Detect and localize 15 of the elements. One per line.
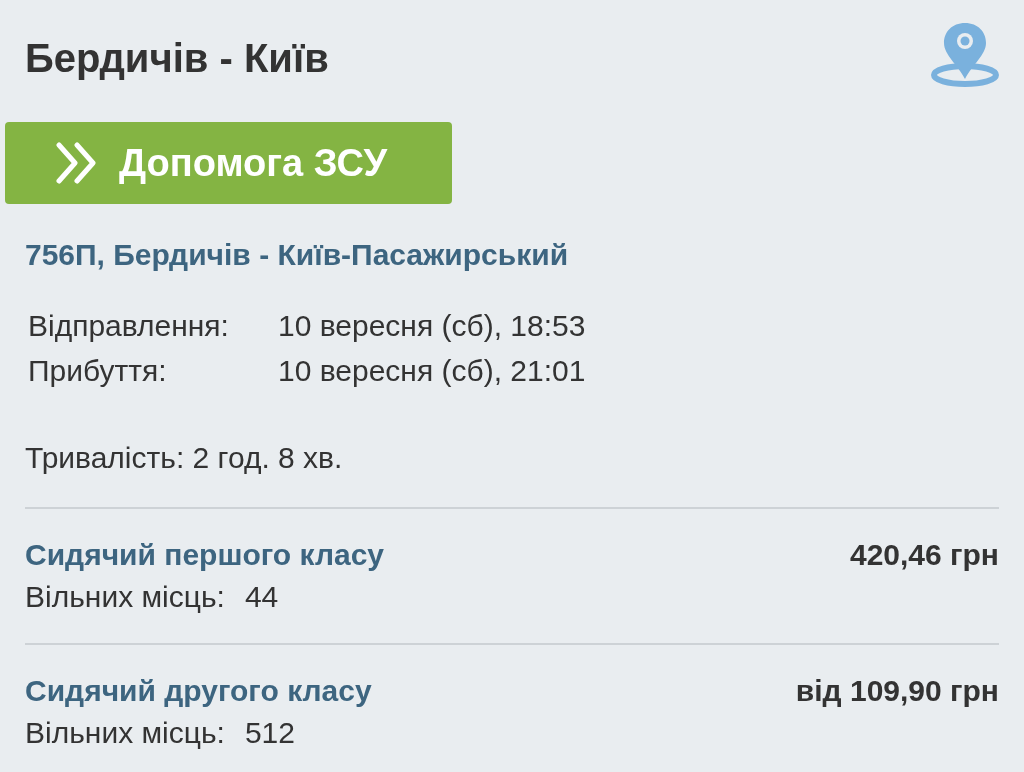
duration-text: Тривалість: 2 год. 8 хв. [25, 440, 344, 476]
route-title: Бердичів - Київ [25, 35, 329, 82]
seat-class-link[interactable]: Сидячий другого класу [25, 670, 372, 712]
train-name: 756П, Бердичів - Київ-Пасажирський [25, 237, 570, 273]
availability-count: 44 [244, 579, 279, 615]
schedule-value: 10 вересня (сб), 21:01 [278, 353, 587, 389]
schedule-label: Відправлення: [28, 308, 230, 344]
price-text: від 109,90 грн [795, 673, 999, 709]
availability-label: Вільних місць: [25, 715, 225, 751]
price-text: 420,46 грн [849, 537, 999, 573]
seat-class-link[interactable]: Сидячий першого класу [25, 534, 384, 576]
schedule-label: Прибуття: [28, 353, 168, 389]
schedule-value: 10 вересня (сб), 18:53 [278, 308, 587, 344]
availability-label: Вільних місць: [25, 579, 225, 615]
availability-count: 512 [244, 715, 295, 751]
